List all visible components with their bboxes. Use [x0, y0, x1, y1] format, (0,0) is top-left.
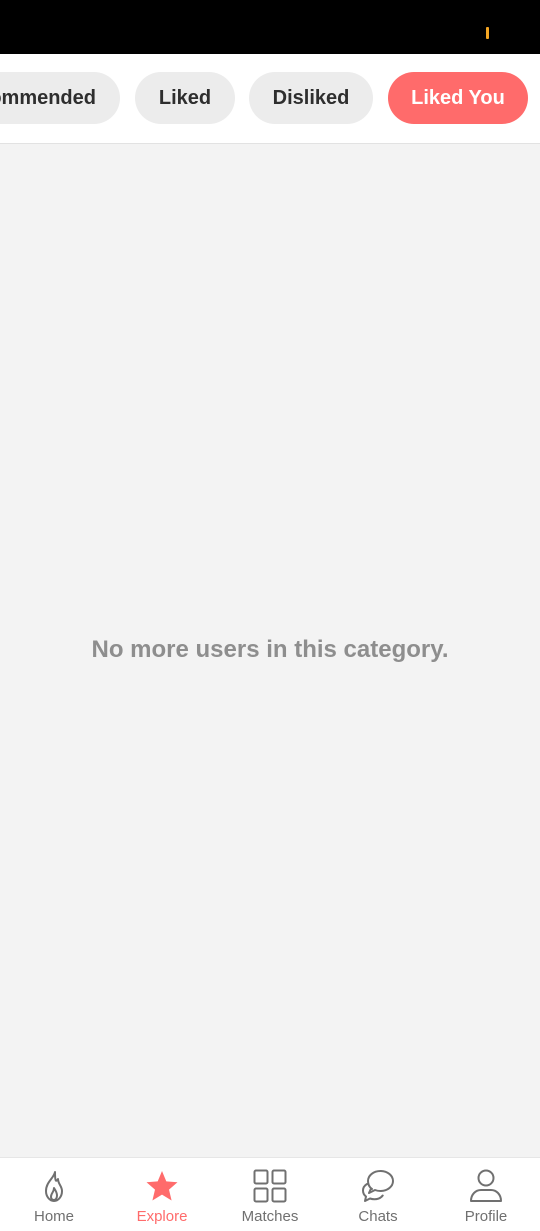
empty-state-message: No more users in this category.: [91, 636, 449, 663]
nav-label-home: Home: [33, 1208, 74, 1225]
star-icon: [144, 1168, 180, 1204]
chat-bubbles-icon: [360, 1168, 396, 1204]
nav-item-home[interactable]: Home: [0, 1158, 108, 1231]
category-filter-bar: ommended Liked Disliked Liked You: [0, 54, 540, 144]
nav-label-matches: Matches: [241, 1208, 299, 1225]
nav-label-chats: Chats: [358, 1208, 398, 1225]
flame-icon: [36, 1168, 72, 1204]
tab-liked-you-label: Liked You: [411, 86, 505, 109]
tab-recommended-label: ommended: [0, 86, 96, 109]
tab-liked-you[interactable]: Liked You: [388, 72, 528, 124]
nav-label-explore: Explore: [136, 1208, 188, 1225]
nav-label-profile: Profile: [464, 1208, 508, 1225]
tab-liked-label: Liked: [158, 86, 212, 109]
nav-item-chats[interactable]: Chats: [324, 1158, 432, 1231]
nav-item-explore[interactable]: Explore: [108, 1158, 216, 1231]
status-indicator-icon: [486, 27, 489, 39]
tab-liked[interactable]: Liked: [135, 72, 235, 124]
users-list-area: No more users in this category.: [0, 144, 540, 1157]
tab-disliked-label: Disliked: [272, 86, 350, 109]
bottom-navigation: Home Explore Matches Chats Profile: [0, 1157, 540, 1231]
tab-recommended[interactable]: ommended: [0, 72, 120, 124]
person-icon: [468, 1168, 504, 1204]
nav-item-matches[interactable]: Matches: [216, 1158, 324, 1231]
grid-icon: [252, 1168, 288, 1204]
nav-item-profile[interactable]: Profile: [432, 1158, 540, 1231]
tab-disliked[interactable]: Disliked: [249, 72, 373, 124]
status-bar: [0, 0, 540, 54]
